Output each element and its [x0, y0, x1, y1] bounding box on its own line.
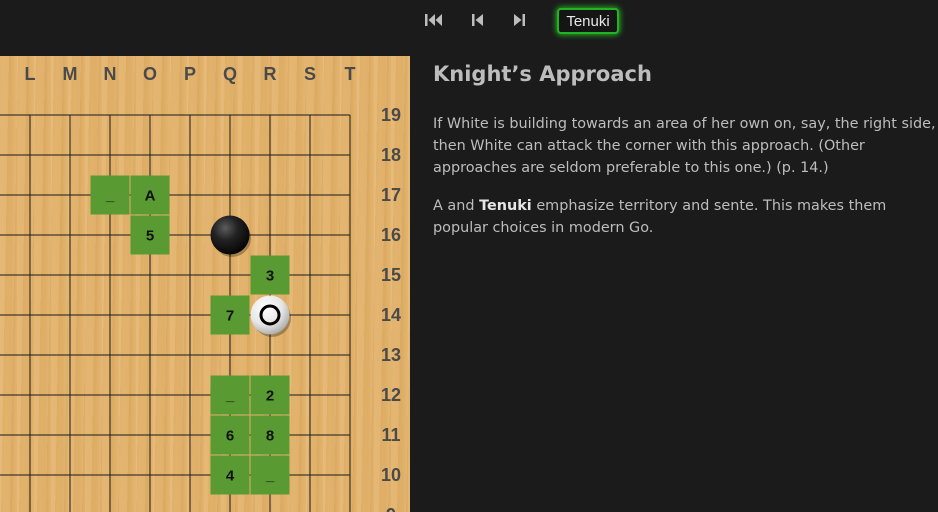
commentary-paragraph-1: If White is building towards an area of … — [433, 116, 936, 176]
step-forward-icon — [514, 14, 525, 26]
row-label-15: 15 — [381, 265, 401, 285]
white-stone-R14 — [250, 295, 290, 335]
row-label-12: 12 — [381, 385, 401, 405]
para2-bold-tenuki: Tenuki — [479, 198, 532, 214]
row-label-14: 14 — [381, 305, 401, 325]
cell-label-R15: 3 — [266, 268, 274, 285]
cell-label-Q12: _ — [225, 388, 235, 405]
row-label-17: 17 — [381, 185, 401, 205]
col-label-R: R — [264, 64, 277, 84]
page-title: Knight’s Approach — [433, 62, 652, 86]
cell-label-R11: 8 — [266, 428, 274, 445]
top-toolbar: Tenuki — [0, 0, 938, 56]
row-label-18: 18 — [381, 145, 401, 165]
cell-label-R10: _ — [265, 468, 275, 485]
col-label-O: O — [143, 64, 157, 84]
col-label-S: S — [304, 64, 316, 84]
skip-to-start-button[interactable] — [422, 9, 446, 31]
row-label-13: 13 — [381, 345, 401, 365]
row-label-9: 9 — [386, 505, 396, 512]
row-label-19: 19 — [381, 105, 401, 125]
step-back-icon — [472, 14, 483, 26]
col-label-T: T — [345, 64, 356, 84]
col-label-N: N — [104, 64, 117, 84]
cell-label-O16: 5 — [146, 228, 154, 245]
cell-label-Q11: 6 — [226, 428, 234, 445]
skip-to-start-icon — [425, 14, 442, 26]
board-grid-lines — [0, 114, 351, 512]
col-label-M: M — [63, 64, 78, 84]
row-label-16: 16 — [381, 225, 401, 245]
commentary-paragraph-2: A and Tenuki emphasize territory and sen… — [433, 195, 938, 239]
cell-label-Q10: 4 — [226, 468, 235, 485]
commentary-panel: Knight’s Approach If White is building t… — [410, 56, 938, 512]
go-board[interactable]: _ A 5 3 7 _ 2 6 8 4 _ L M N O P Q R S T 19 18 17 16 15 14 13 12 11 10… — [0, 56, 410, 512]
go-board-grid[interactable]: _ A 5 3 7 _ 2 6 8 4 _ L M N O P Q R S T 19 18 17 16 15 14 13 12 11 10… — [0, 56, 410, 512]
next-move-button[interactable] — [507, 9, 531, 31]
col-label-P: P — [184, 64, 196, 84]
col-label-Q: Q — [223, 64, 237, 84]
cell-label-N17: _ — [105, 188, 115, 205]
tenuki-button[interactable]: Tenuki — [557, 8, 619, 34]
black-stone-Q16 — [210, 215, 250, 255]
cell-label-Q14: 7 — [226, 308, 234, 325]
cell-label-R12: 2 — [266, 388, 274, 405]
row-label-10: 10 — [381, 465, 401, 485]
previous-move-button[interactable] — [466, 9, 490, 31]
row-label-11: 11 — [381, 425, 400, 445]
cell-label-O17: A — [145, 188, 156, 205]
col-label-L: L — [25, 64, 36, 84]
para2-start: A and — [433, 198, 480, 214]
